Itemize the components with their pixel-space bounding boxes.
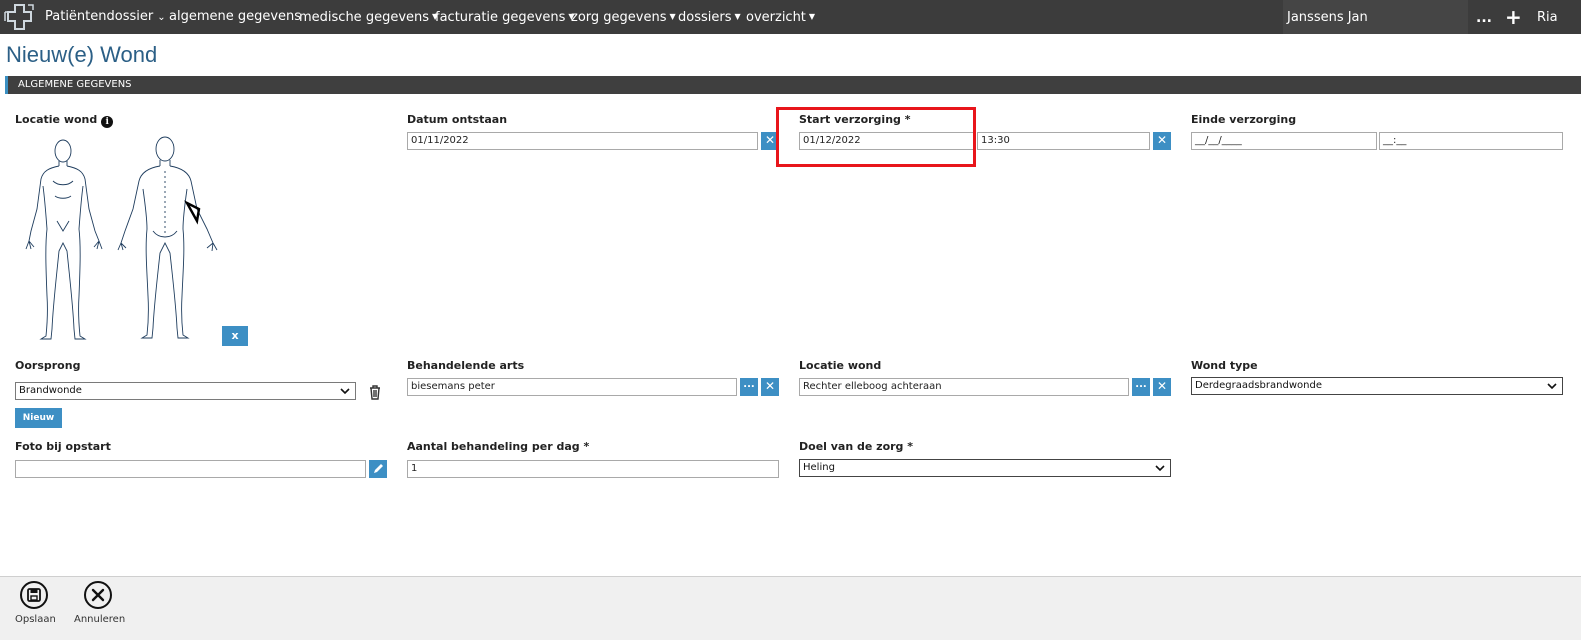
nav-item-facturatie-gegevens[interactable]: facturatie gegevens ▼ bbox=[435, 0, 575, 34]
oorsprong-value: Brandwonde bbox=[19, 385, 82, 396]
datum-ontstaan-label: Datum ontstaan bbox=[407, 113, 508, 126]
pencil-icon bbox=[374, 464, 383, 473]
wond-type-select[interactable]: Derdegraadsbrandwonde bbox=[1191, 377, 1563, 395]
aantal-label: Aantal behandeling per dag * bbox=[407, 440, 590, 453]
body-diagram[interactable] bbox=[13, 131, 223, 343]
browse-arts-button[interactable]: ... bbox=[740, 378, 758, 396]
nav-item-label: overzicht bbox=[746, 10, 806, 25]
clear-arts-button[interactable]: ✕ bbox=[761, 378, 779, 396]
app-logo-icon[interactable] bbox=[0, 0, 40, 34]
nav-item-medische-gegevens[interactable]: medische gegevens ▼ bbox=[299, 0, 438, 34]
einde-verzorging-label: Einde verzorging bbox=[1191, 113, 1297, 126]
edit-foto-button[interactable] bbox=[369, 460, 387, 478]
top-navigation-bar: Patiëntendossier ⌄ algemene gegevens medi… bbox=[0, 0, 1581, 34]
start-verzorging-time-input[interactable]: 13:30 bbox=[977, 132, 1150, 150]
user-menu[interactable]: Ria bbox=[1537, 0, 1558, 36]
clear-locatie-button[interactable]: ✕ bbox=[1153, 378, 1171, 396]
brand-label: Patiëntendossier bbox=[45, 9, 154, 24]
nav-item-label: zorg gegevens bbox=[571, 10, 667, 25]
chevron-down-icon: ⌄ bbox=[157, 12, 166, 23]
cancel-label[interactable]: Annuleren bbox=[74, 614, 125, 625]
nav-item-algemene-gegevens[interactable]: algemene gegevens bbox=[169, 0, 301, 34]
browse-locatie-button[interactable]: ... bbox=[1132, 378, 1150, 396]
page-title: Nieuw(e) Wond bbox=[6, 42, 158, 67]
nav-item-dossiers[interactable]: dossiers ▼ bbox=[678, 0, 741, 34]
clear-body-selection-button[interactable]: x bbox=[222, 326, 248, 346]
wond-type-value: Derdegraadsbrandwonde bbox=[1195, 380, 1322, 391]
oorsprong-select[interactable]: Brandwonde bbox=[15, 382, 356, 400]
caret-down-icon: ▼ bbox=[808, 12, 816, 21]
wond-type-label: Wond type bbox=[1191, 359, 1258, 372]
chevron-down-icon bbox=[1547, 383, 1557, 390]
einde-verzorging-time-input[interactable]: __:__ bbox=[1379, 132, 1563, 150]
add-button[interactable]: + bbox=[1505, 0, 1522, 34]
footer-toolbar bbox=[0, 576, 1581, 640]
section-title: ALGEMENE GEGEVENS bbox=[18, 79, 132, 90]
clear-start-verzorging-button[interactable]: ✕ bbox=[1153, 132, 1171, 150]
caret-down-icon: ▼ bbox=[669, 12, 676, 21]
chevron-down-icon bbox=[340, 388, 350, 395]
nav-item-label: dossiers bbox=[678, 10, 732, 25]
chevron-down-icon bbox=[1155, 465, 1165, 472]
behandelende-arts-label: Behandelende arts bbox=[407, 359, 525, 372]
einde-verzorging-date-input[interactable]: __/__/____ bbox=[1191, 132, 1377, 150]
locatie-wond-label-text: Locatie wond bbox=[15, 113, 98, 126]
nav-item-zorg-gegevens[interactable]: zorg gegevens ▼ bbox=[571, 0, 676, 34]
close-icon bbox=[84, 581, 112, 609]
new-oorsprong-button[interactable]: Nieuw bbox=[15, 408, 62, 428]
nav-item-label: medische gegevens bbox=[299, 10, 430, 25]
brand-menu[interactable]: Patiëntendossier ⌄ bbox=[45, 0, 166, 34]
highlight-box bbox=[776, 107, 976, 167]
doel-value: Heling bbox=[803, 462, 835, 473]
doel-label: Doel van de zorg * bbox=[799, 440, 914, 453]
aantal-input[interactable]: 1 bbox=[407, 460, 779, 478]
trash-icon[interactable] bbox=[368, 384, 382, 400]
nav-item-label: facturatie gegevens bbox=[435, 10, 566, 25]
foto-label: Foto bij opstart bbox=[15, 440, 111, 453]
more-options-button[interactable]: ... bbox=[1476, 0, 1492, 36]
locatie-wond-input[interactable]: Rechter elleboog achteraan bbox=[799, 378, 1129, 396]
nav-item-overzicht[interactable]: overzicht ▼ bbox=[746, 0, 815, 34]
save-label[interactable]: Opslaan bbox=[15, 614, 56, 625]
caret-down-icon: ▼ bbox=[734, 12, 741, 21]
save-icon bbox=[20, 581, 48, 609]
section-header: ALGEMENE GEGEVENS bbox=[5, 76, 1581, 94]
behandelende-arts-input[interactable]: biesemans peter bbox=[407, 378, 737, 396]
datum-ontstaan-input[interactable]: 01/11/2022 bbox=[407, 132, 758, 150]
doel-select[interactable]: Heling bbox=[799, 459, 1171, 477]
info-icon[interactable]: i bbox=[101, 116, 114, 128]
oorsprong-label: Oorsprong bbox=[15, 359, 81, 372]
patient-name[interactable]: Janssens Jan bbox=[1287, 0, 1368, 36]
cancel-button[interactable] bbox=[84, 581, 112, 609]
foto-input[interactable] bbox=[15, 460, 366, 478]
locatie-wond-field-label: Locatie wond bbox=[799, 359, 882, 372]
nav-item-label: algemene gegevens bbox=[169, 9, 302, 24]
save-button[interactable] bbox=[20, 581, 48, 609]
locatie-wond-label: Locatie wond i bbox=[15, 113, 114, 128]
